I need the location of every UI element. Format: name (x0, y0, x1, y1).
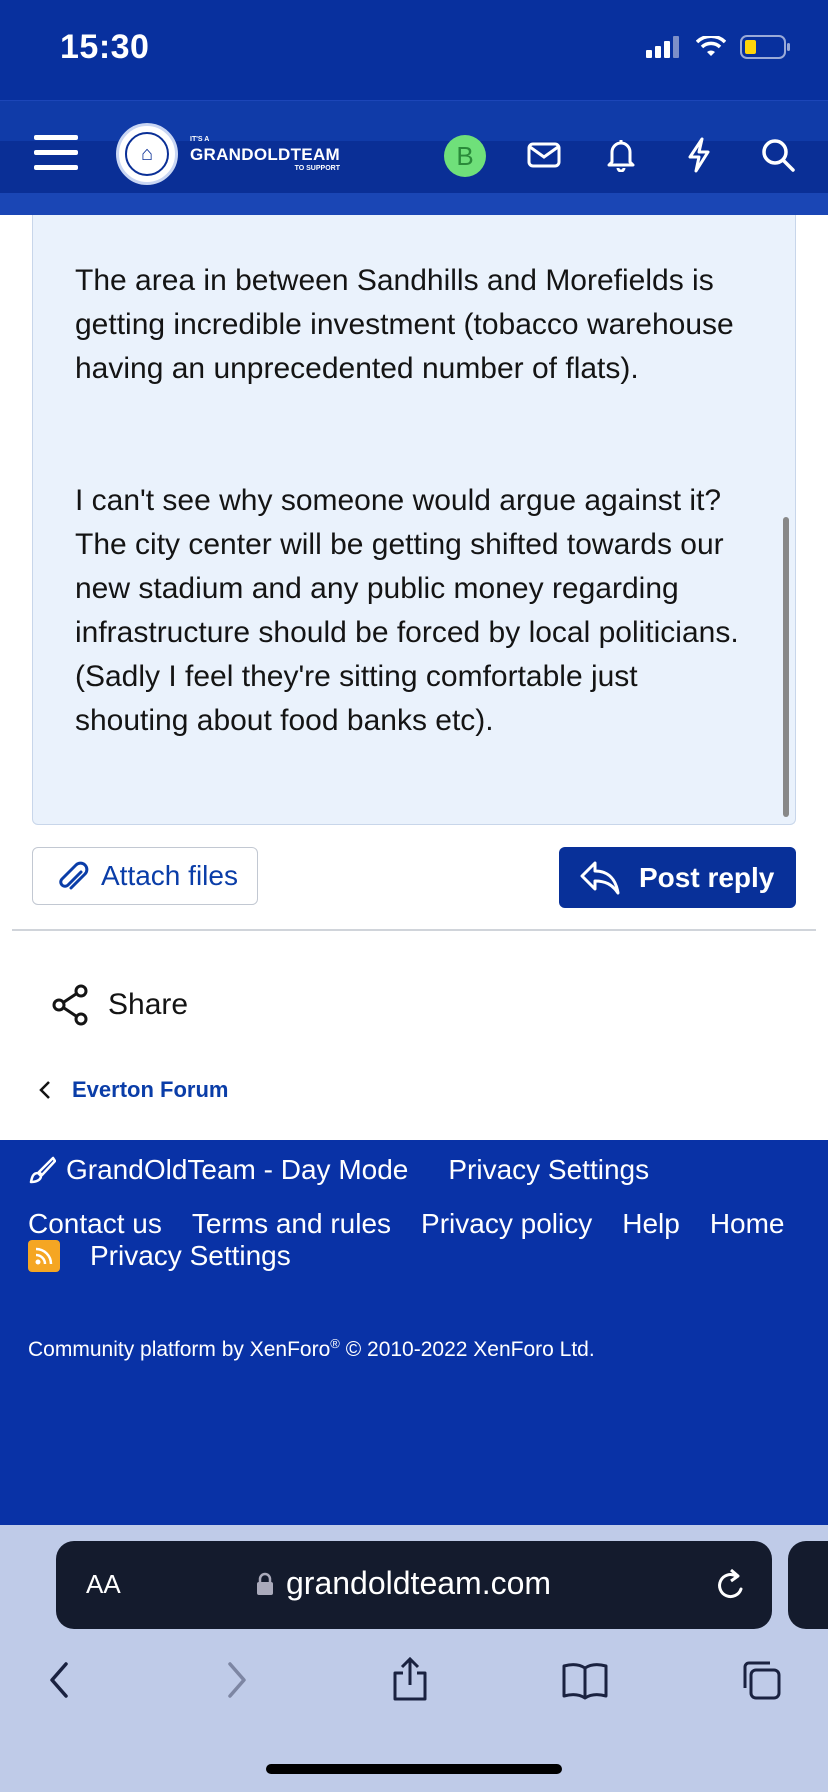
user-avatar[interactable]: B (444, 135, 486, 177)
attach-files-label: Attach files (101, 860, 238, 891)
bell-icon[interactable] (599, 133, 643, 177)
share-icon (52, 984, 88, 1026)
chevron-left-icon (39, 1081, 50, 1099)
breadcrumb-label: Everton Forum (72, 1077, 229, 1102)
back-icon[interactable] (34, 1655, 84, 1705)
address-bar[interactable]: AA grandoldteam.com (56, 1541, 772, 1629)
crest-icon: ⌂ (116, 123, 178, 185)
reload-icon[interactable] (714, 1567, 748, 1608)
paperclip-icon (59, 861, 89, 890)
divider (12, 929, 816, 931)
post-reply-label: Post reply (639, 861, 775, 893)
privacy-settings-link[interactable]: Privacy Settings (448, 1154, 649, 1186)
home-indicator (266, 1764, 562, 1774)
site-header: ⌂ IT'S A GRANDOLDTEAM TO SUPPORT B (0, 100, 828, 215)
status-icons (646, 34, 792, 60)
share-label: Share (108, 988, 189, 1021)
post-reply-button[interactable]: Post reply (559, 847, 796, 908)
next-tab-peek[interactable] (788, 1541, 828, 1629)
site-logo[interactable]: ⌂ IT'S A GRANDOLDTEAM TO SUPPORT (116, 123, 340, 185)
inbox-icon[interactable] (522, 133, 566, 177)
message-paragraph: I can't see why someone would argue agai… (75, 484, 739, 737)
footer-link-home[interactable]: Home (710, 1208, 785, 1240)
bookmarks-icon[interactable] (560, 1655, 610, 1705)
lock-icon (257, 1572, 273, 1595)
footer-link-contact[interactable]: Contact us (28, 1208, 162, 1240)
reply-arrow-icon (580, 861, 620, 894)
footer-link-help[interactable]: Help (622, 1208, 680, 1240)
cellular-signal-icon (646, 36, 679, 58)
style-chooser-link[interactable]: GrandOldTeam - Day Mode (66, 1154, 408, 1186)
share-sheet-icon[interactable] (385, 1655, 435, 1705)
browser-toolbar (0, 1655, 828, 1715)
status-time: 15:30 (60, 28, 150, 66)
site-footer: GrandOldTeam - Day Mode Privacy Settings… (0, 1140, 828, 1525)
share-button[interactable]: Share (50, 984, 188, 1026)
privacy-settings-link-2[interactable]: Privacy Settings (90, 1240, 291, 1272)
forward-icon[interactable] (212, 1655, 262, 1705)
reply-editor[interactable]: The area in between Sandhills and Morefi… (32, 215, 796, 825)
breadcrumb-back-link[interactable]: Everton Forum (38, 1077, 228, 1103)
browser-chrome: AA grandoldteam.com (0, 1525, 828, 1792)
footer-link-privacy[interactable]: Privacy policy (421, 1208, 592, 1240)
reader-aa-button[interactable]: AA (86, 1569, 121, 1600)
rss-icon[interactable] (28, 1240, 60, 1272)
attach-files-button[interactable]: Attach files (32, 847, 258, 905)
status-bar: 15:30 (0, 0, 828, 100)
lightning-icon[interactable] (677, 133, 721, 177)
copyright: Community platform by XenForo® © 2010-20… (28, 1336, 595, 1361)
editor-scrollbar[interactable] (783, 517, 789, 817)
menu-icon[interactable] (34, 135, 78, 171)
url-text: grandoldteam.com (286, 1565, 552, 1601)
message-paragraph: The area in between Sandhills and Morefi… (75, 264, 734, 385)
wifi-icon (696, 36, 726, 56)
paintbrush-icon (29, 1156, 56, 1184)
battery-icon (740, 35, 790, 59)
search-icon[interactable] (756, 133, 800, 177)
footer-link-terms[interactable]: Terms and rules (192, 1208, 391, 1240)
tabs-icon[interactable] (736, 1655, 786, 1705)
